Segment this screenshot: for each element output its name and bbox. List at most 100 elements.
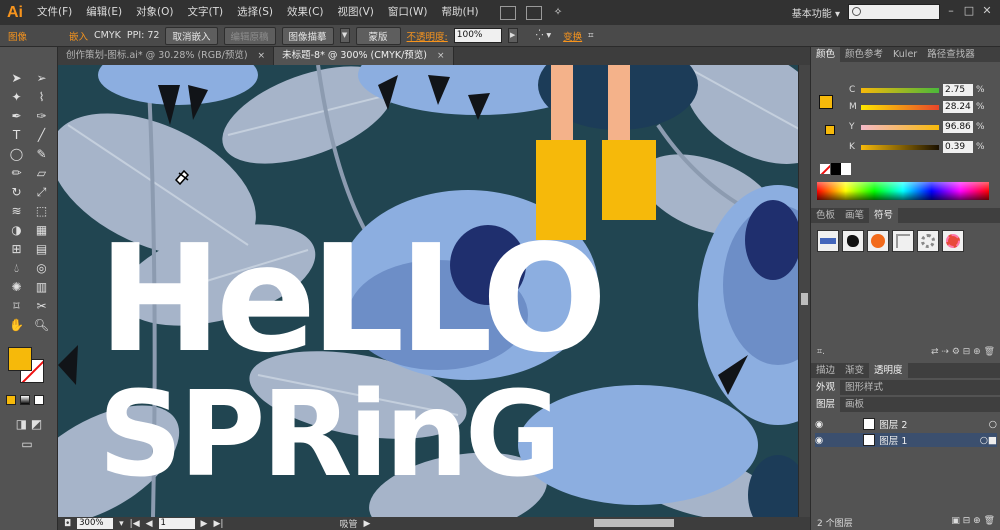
transform-link[interactable]: 变换 [563,29,582,43]
tab-document-1[interactable]: 创作策划-图标.ai* @ 30.28% (RGB/预览) × [58,47,275,65]
target-icon[interactable]: ○■ [980,435,997,446]
tab-color[interactable]: 颜色 [811,47,841,62]
hand-icon[interactable]: ✋ [4,316,29,335]
mask-button[interactable]: 蒙版 [355,26,401,45]
eye-icon[interactable]: ◉ [815,419,823,430]
menu-edit[interactable]: 编辑(E) [79,0,129,25]
close-icon[interactable]: ✕ [980,4,994,18]
artboard-canvas[interactable]: HeLLO SPRinG [58,65,798,517]
color-mode-swatch[interactable] [6,395,16,405]
white-swatch[interactable] [841,163,851,175]
pen-tool-icon[interactable]: ✒ [4,107,29,126]
tab-kuler[interactable]: Kuler [888,47,922,62]
tab-document-2[interactable]: 未标题-8* @ 300% (CMYK/预览) × [274,47,454,65]
tab-graphic-styles[interactable]: 图形样式 [840,380,888,395]
symbol-item[interactable] [817,230,839,252]
menu-type[interactable]: 文字(T) [181,0,231,25]
artboard-icon[interactable]: ⌑ [4,297,29,316]
magenta-input[interactable]: 28.24 [943,101,973,113]
prev-artboard-icon[interactable]: ◀ [146,519,153,529]
zoom-dropdown[interactable]: ▾ [119,519,124,529]
symbol-sprayer-icon[interactable]: ✺ [4,278,29,297]
symbol-item[interactable] [917,230,939,252]
menu-file[interactable]: 文件(F) [30,0,79,25]
tab-pathfinder[interactable]: 路径查找器 [922,47,980,62]
ellipse-tool-icon[interactable]: ◯ [4,145,29,164]
graph-icon[interactable]: ▥ [29,278,54,297]
tab-stroke[interactable]: 描边 [811,363,840,378]
tab-appearance[interactable]: 外观 [811,380,841,395]
image-trace-button[interactable]: 图像描摹 [281,26,334,45]
none-swatch[interactable] [819,163,831,175]
zoom-icon[interactable]: 🔍︎ [29,316,54,335]
hello-text[interactable]: HeLLO [98,213,607,385]
tab-artboards[interactable]: 画板 [840,397,869,412]
screen-mode-icon[interactable]: ▭ [12,435,42,454]
last-artboard-icon[interactable]: ▶| [213,519,223,529]
layer-row-2[interactable]: ◉ 图层 2 ○ [815,417,997,431]
symbol-library-icon[interactable]: ⌗. [817,347,825,357]
gradient-mode-swatch[interactable] [20,395,30,405]
search-input[interactable] [848,4,940,20]
symbol-actions-icon[interactable]: ⇄ ⇢ ⚙ ⊟ ⊕ 🗑︎ [931,347,995,357]
first-artboard-icon[interactable]: |◀ [130,519,140,529]
blend-icon[interactable]: ◎ [29,259,54,278]
zoom-level-input[interactable]: 300% [77,518,114,529]
perspective-icon[interactable]: ▦ [29,221,54,240]
yellow-input[interactable]: 96.86 [943,121,973,133]
eyedropper-icon[interactable]: 💧︎ [4,259,29,278]
menu-view[interactable]: 视图(V) [331,0,381,25]
eraser-icon[interactable]: ▱ [29,164,54,183]
artboard-nav-icon[interactable]: ◘ [64,519,71,529]
lasso-icon[interactable]: ⌇ [29,88,54,107]
minimize-icon[interactable]: – [944,4,958,18]
layer-row-1[interactable]: ◉ 图层 1 ○■ [815,433,997,447]
cyan-slider[interactable] [861,87,939,93]
magenta-slider[interactable] [861,104,939,110]
menu-object[interactable]: 对象(O) [129,0,180,25]
artboard-number-input[interactable]: 1 [158,518,195,529]
color-fill-swatch[interactable] [819,95,833,109]
yellow-slider[interactable] [861,124,939,130]
out-of-gamut-icon[interactable] [825,125,835,135]
align-icon[interactable]: ⁛ ▾ [536,30,551,41]
tab-transparency[interactable]: 透明度 [869,363,908,378]
menu-effect[interactable]: 效果(C) [280,0,331,25]
draw-mode-icon[interactable]: ◨ ◩ [8,415,50,434]
tab-swatches[interactable]: 色板 [811,208,840,223]
image-label[interactable]: 图像 [8,29,27,43]
black-swatch[interactable] [831,163,841,175]
menu-window[interactable]: 窗口(W) [381,0,435,25]
symbol-item[interactable] [892,230,914,252]
symbol-item[interactable] [867,230,889,252]
cyan-input[interactable]: 2.75 [943,84,973,96]
direct-selection-tool-icon[interactable]: ➢ [29,69,54,88]
none-mode-swatch[interactable] [34,395,44,405]
edit-original-button[interactable]: 编辑原稿 [223,26,276,45]
black-input[interactable]: 0.39 [943,141,973,153]
opacity-input[interactable]: 100% [453,28,502,43]
tab-close-icon[interactable]: × [437,47,445,65]
isolate-icon[interactable]: ⌗ [588,30,593,41]
pencil-icon[interactable]: ✏ [4,164,29,183]
maximize-icon[interactable]: □ [962,4,976,18]
opacity-dropdown[interactable]: ▶ [507,28,518,43]
gradient-icon[interactable]: ▤ [29,240,54,259]
fill-color-swatch[interactable] [8,347,32,371]
paintbrush-icon[interactable]: ✎ [29,145,54,164]
tab-color-guide[interactable]: 颜色参考 [840,47,888,62]
tab-gradient[interactable]: 渐变 [840,363,869,378]
gpu-performance-icon[interactable]: ✧ [547,0,570,25]
type-tool-icon[interactable]: T [4,126,29,145]
color-spectrum-bar[interactable] [817,182,989,200]
line-tool-icon[interactable]: ╱ [29,126,54,145]
symbol-item[interactable] [842,230,864,252]
target-icon[interactable]: ○ [989,419,997,430]
artwork[interactable]: HeLLO SPRinG [58,65,798,517]
tab-layers[interactable]: 图层 [811,397,841,412]
shape-builder-icon[interactable]: ◑ [4,221,29,240]
curvature-icon[interactable]: ✑ [29,107,54,126]
scale-icon[interactable]: ⤢ [29,183,54,202]
free-transform-icon[interactable]: ⬚ [29,202,54,221]
tab-close-icon[interactable]: × [258,47,266,65]
